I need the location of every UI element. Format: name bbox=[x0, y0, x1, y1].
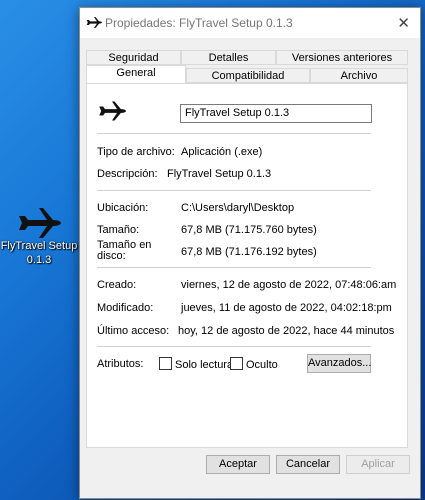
tamano-label: Tamaño: bbox=[97, 224, 140, 236]
tab-seguridad[interactable]: Seguridad bbox=[86, 50, 181, 65]
solo-lectura-label: Solo lectura bbox=[175, 359, 234, 371]
checkbox-box[interactable] bbox=[159, 357, 172, 370]
ubicacion-label: Ubicación: bbox=[97, 202, 149, 214]
title-bar[interactable]: Propiedades: FlyTravel Setup 0.1.3 ✕ bbox=[80, 8, 420, 38]
desktop-file-icon[interactable]: FlyTravel Setup 0.1.3 bbox=[0, 208, 78, 266]
airplane-icon bbox=[99, 101, 126, 121]
descripcion-value: FlyTravel Setup 0.1.3 bbox=[167, 168, 272, 180]
tipo-value: Aplicación (.exe) bbox=[181, 146, 263, 158]
desktop-icon-label: FlyTravel Setup bbox=[0, 240, 78, 252]
divider bbox=[97, 267, 371, 268]
creado-label: Creado: bbox=[97, 279, 137, 291]
tamano-disco-label-line2: disco: bbox=[97, 250, 126, 262]
divider bbox=[97, 133, 371, 134]
divider bbox=[97, 346, 371, 347]
tamano-disco-label: Tamaño en disco: bbox=[97, 240, 151, 262]
cancel-button[interactable]: Cancelar bbox=[276, 455, 340, 474]
tab-versiones-anteriores[interactable]: Versiones anteriores bbox=[276, 50, 408, 65]
avanzados-button[interactable]: Avanzados... bbox=[307, 354, 371, 373]
descripcion-label: Descripción: bbox=[97, 168, 158, 180]
window-title: Propiedades: FlyTravel Setup 0.1.3 bbox=[105, 16, 293, 30]
tab-compatibilidad[interactable]: Compatibilidad bbox=[186, 68, 310, 83]
ultimo-acceso-value: hoy, 12 de agosto de 2022, hace 44 minut… bbox=[178, 325, 395, 337]
creado-value: viernes, 12 de agosto de 2022, 07:48:06:… bbox=[181, 279, 397, 291]
atributos-label: Atributos: bbox=[97, 358, 144, 370]
tab-general[interactable]: General bbox=[86, 65, 186, 83]
tab-detalles[interactable]: Detalles bbox=[181, 50, 276, 65]
oculto-checkbox[interactable]: Oculto bbox=[230, 357, 278, 371]
accept-button[interactable]: Aceptar bbox=[206, 455, 270, 474]
oculto-label: Oculto bbox=[246, 359, 278, 371]
airplane-icon bbox=[19, 208, 61, 238]
general-panel: FlyTravel Setup 0.1.3 Tipo de archivo: A… bbox=[86, 83, 408, 448]
apply-button[interactable]: Aplicar bbox=[346, 455, 410, 474]
tamano-value: 67,8 MB (71.175.760 bytes) bbox=[181, 224, 317, 236]
ultimo-acceso-label: Último acceso: bbox=[97, 325, 170, 337]
divider bbox=[97, 190, 371, 191]
tab-archivo[interactable]: Archivo bbox=[310, 68, 408, 83]
ubicacion-value: C:\Users\daryl\Desktop bbox=[181, 202, 295, 214]
tipo-label: Tipo de archivo: bbox=[97, 146, 175, 158]
properties-window: Propiedades: FlyTravel Setup 0.1.3 ✕ Seg… bbox=[79, 7, 421, 499]
tab-strip: Seguridad Detalles Versiones anteriores … bbox=[86, 50, 408, 83]
file-name-field[interactable]: FlyTravel Setup 0.1.3 bbox=[180, 104, 372, 123]
close-icon[interactable]: ✕ bbox=[397, 14, 410, 32]
checkbox-box[interactable] bbox=[230, 357, 243, 370]
solo-lectura-checkbox[interactable]: Solo lectura bbox=[159, 357, 233, 371]
modificado-value: jueves, 11 de agosto de 2022, 04:02:18:p… bbox=[181, 302, 392, 314]
desktop-icon-label-version: 0.1.3 bbox=[26, 254, 52, 266]
airplane-icon bbox=[86, 17, 102, 28]
modificado-label: Modificado: bbox=[97, 302, 154, 314]
tamano-disco-value: 67,8 MB (71.176.192 bytes) bbox=[181, 246, 317, 258]
